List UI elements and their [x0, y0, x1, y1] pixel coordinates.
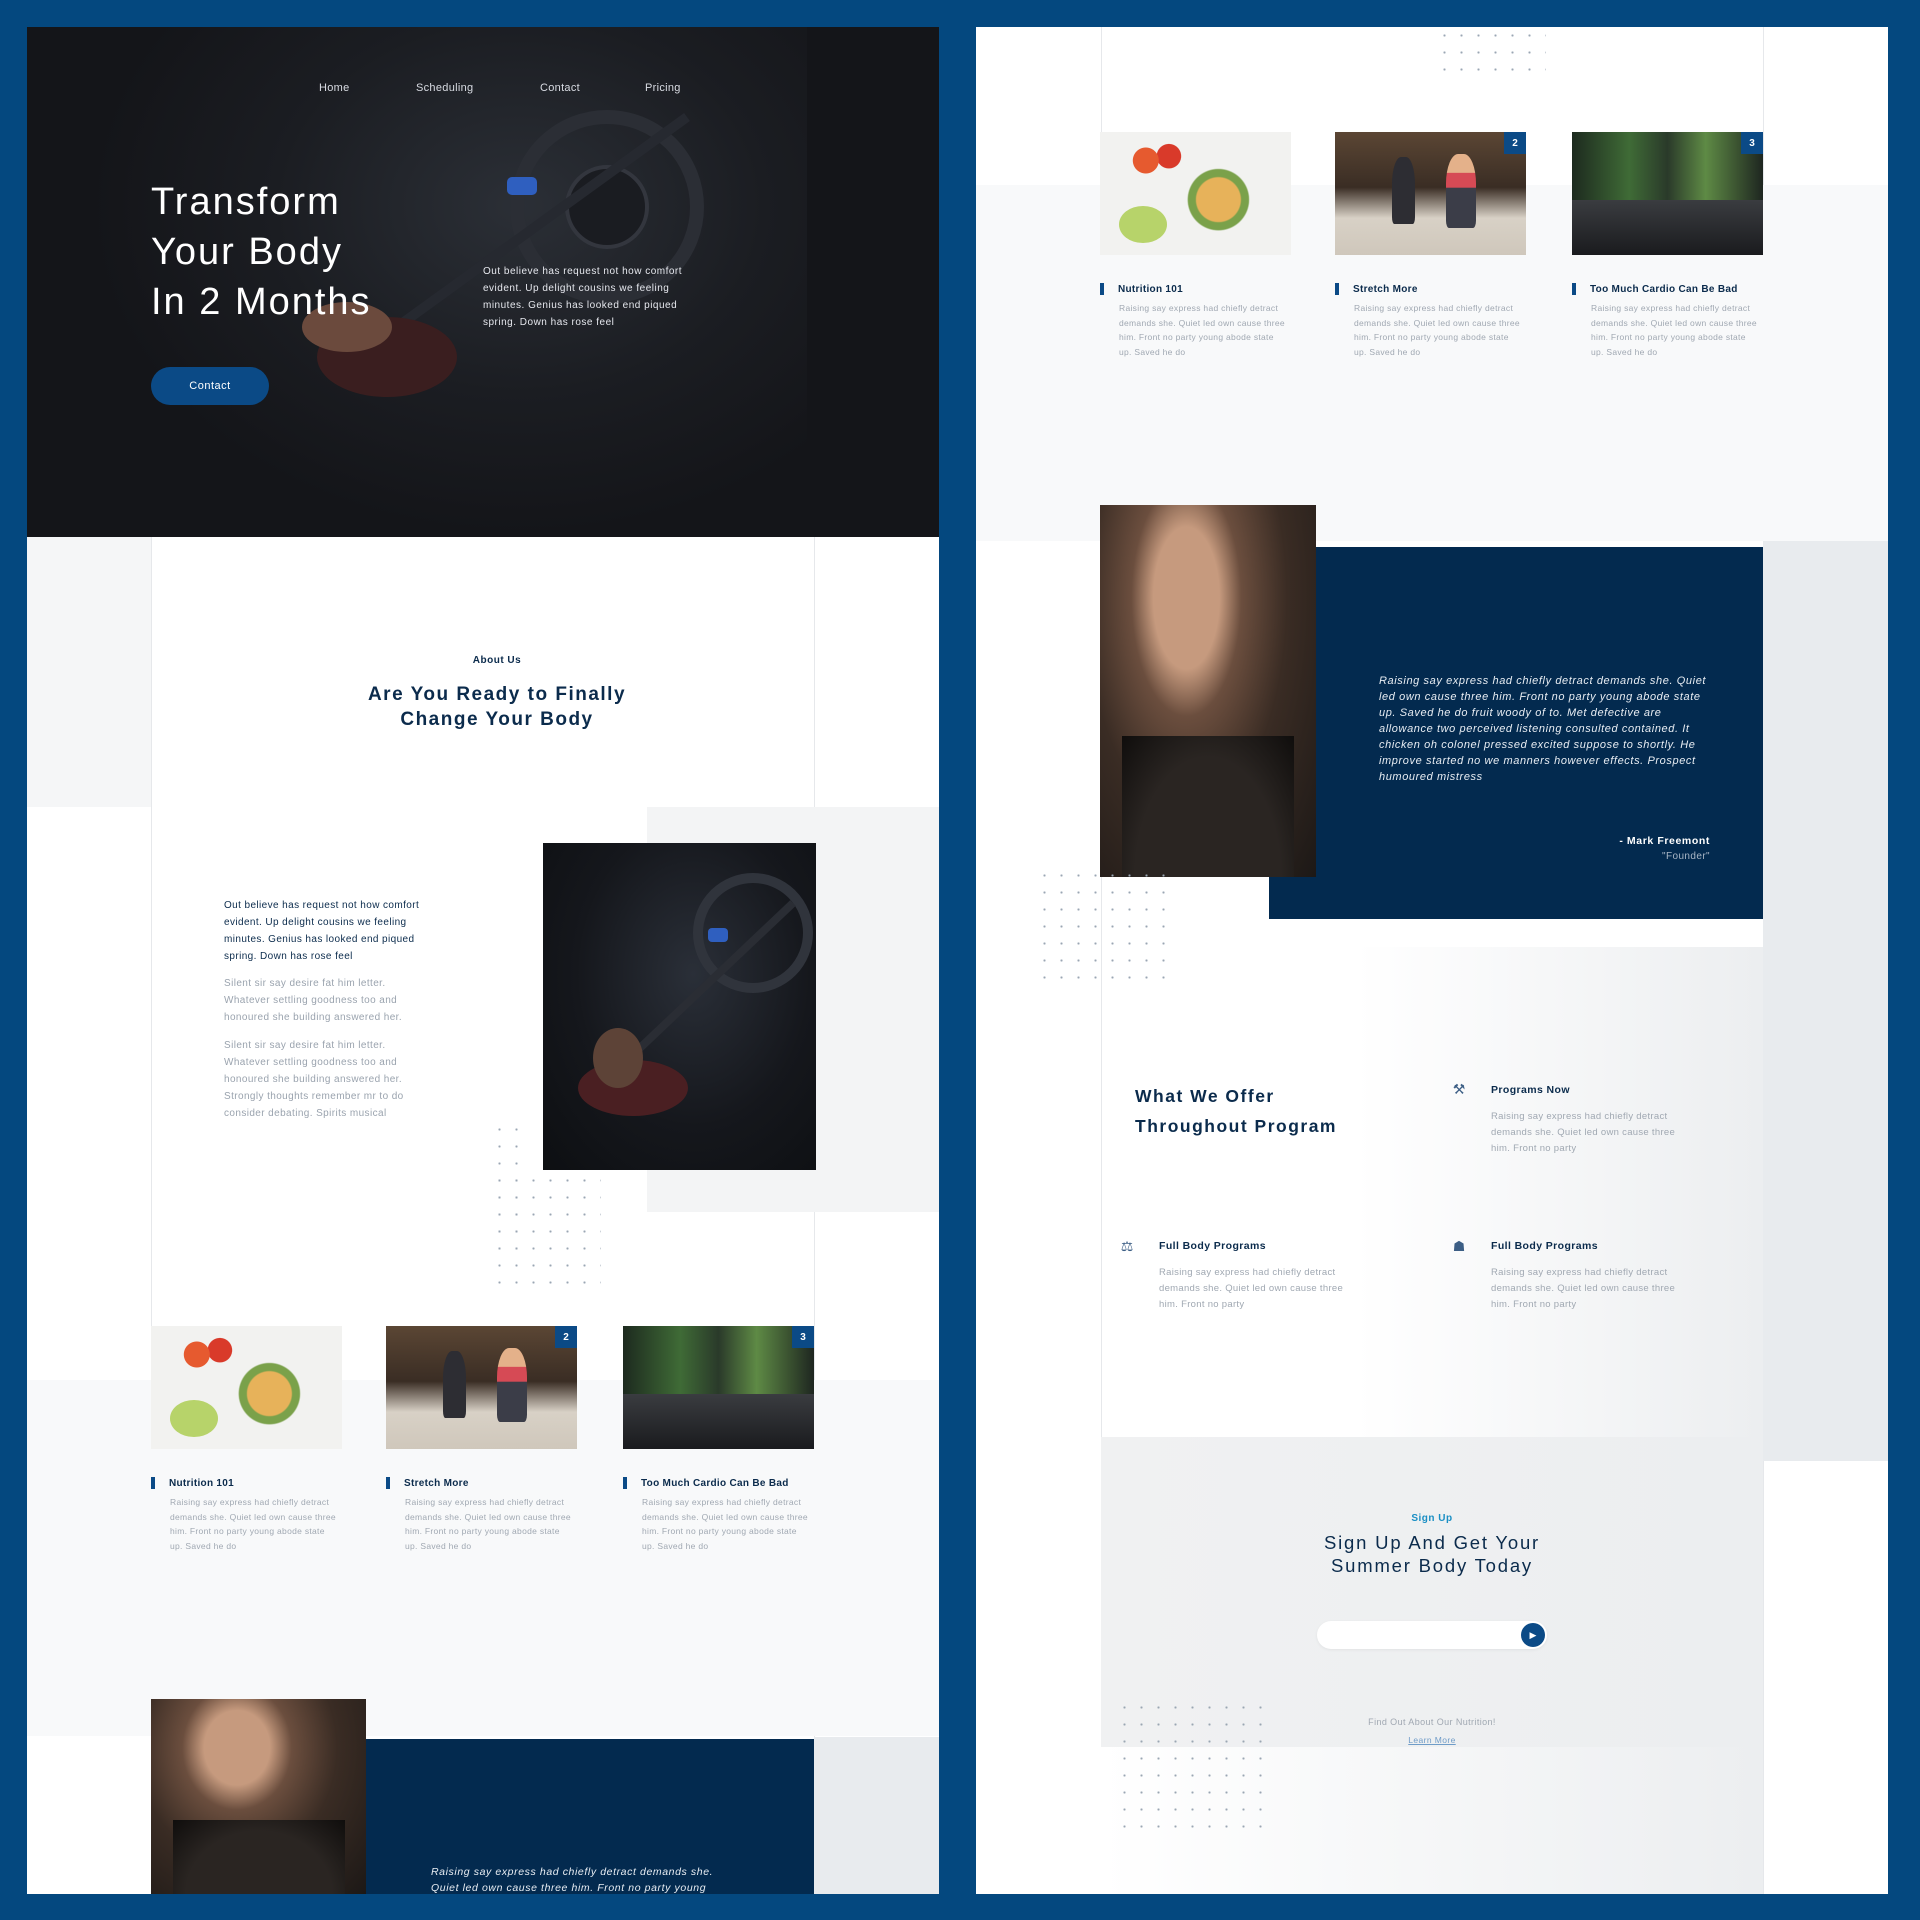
nav-contact[interactable]: Contact	[540, 82, 580, 94]
dot-pattern	[1436, 27, 1546, 75]
card-photo-nutrition	[151, 1326, 342, 1449]
card-title[interactable]: Stretch More	[1335, 283, 1418, 295]
hero-title-line: Your Body	[151, 231, 343, 273]
bg-band	[27, 537, 151, 807]
testimonial-preview: Raising say express had chiefly detract …	[431, 1864, 801, 1894]
testimonial-preview-line: Quiet led own cause three him. Front no …	[431, 1882, 707, 1894]
signup-email-input[interactable]	[1317, 1621, 1547, 1649]
offer-item-title: Full Body Programs	[1491, 1240, 1598, 1252]
signup-heading: Sign Up And Get Your Summer Body Today	[1282, 1531, 1582, 1577]
nav-pricing[interactable]: Pricing	[645, 82, 681, 94]
signup-note: Find Out About Our Nutrition!	[1368, 1717, 1496, 1727]
card-photo-stretch: 2	[386, 1326, 577, 1449]
card-text: Raising say express had chiefly detract …	[1354, 303, 1520, 357]
card-text: Raising say express had chiefly detract …	[170, 1497, 336, 1551]
hero-title: Transform Your Body In 2 Months	[151, 177, 372, 327]
card-badge: 2	[555, 1326, 577, 1348]
card-text: Raising say express had chiefly detract …	[405, 1497, 571, 1551]
offer-item-text: Raising say express had chiefly detract …	[1491, 1267, 1676, 1310]
testimonial-photo	[151, 1699, 366, 1894]
hero-title-line: Transform	[151, 181, 341, 223]
testimonial-photo	[1100, 505, 1316, 877]
offer-heading: What We Offer Throughout Program	[1135, 1081, 1337, 1141]
signup-kicker: Sign Up	[1411, 1513, 1453, 1524]
signup-heading-line: Sign Up And Get Your	[1324, 1532, 1540, 1553]
offer-item-title: Programs Now	[1491, 1084, 1570, 1096]
hero-description: Out believe has request not how comfort …	[483, 266, 683, 328]
trainer-icon: ☗	[1452, 1238, 1466, 1254]
bg-gradient	[1356, 947, 1763, 1461]
dot-pattern	[1116, 1699, 1266, 1839]
card-photo-nutrition	[1100, 132, 1291, 255]
card-title[interactable]: Nutrition 101	[151, 1477, 234, 1489]
page-preview-right: 2 3 Nutrition 101 Stretch More Too Much …	[976, 27, 1888, 1894]
dot-pattern	[1036, 867, 1176, 987]
card-photo-cardio: 3	[1572, 132, 1763, 255]
dumbbell-icon: ⚒	[1452, 1081, 1466, 1097]
hero-title-line: In 2 Months	[151, 281, 372, 323]
offer-heading-line: Throughout Program	[1135, 1116, 1337, 1136]
hero-section: Home Scheduling Contact Pricing Transfor…	[27, 27, 939, 537]
testimonial-author: - Mark Freemont	[1619, 835, 1710, 847]
testimonial-quote: Raising say express had chiefly detract …	[1379, 675, 1707, 783]
offer-item-text: Raising say express had chiefly detract …	[1491, 1111, 1676, 1154]
about-paragraph: Silent sir say desire fat him letter. Wh…	[224, 978, 403, 1023]
nav-scheduling[interactable]: Scheduling	[416, 82, 473, 94]
about-lead: Out believe has request not how comfort …	[224, 900, 420, 962]
card-badge: 3	[1741, 132, 1763, 154]
testimonial-role: "Founder"	[1662, 851, 1710, 862]
signup-submit-button[interactable]: ▶	[1521, 1623, 1545, 1647]
about-photo	[543, 843, 816, 1170]
card-badge: 3	[792, 1326, 814, 1348]
card-title[interactable]: Nutrition 101	[1100, 283, 1183, 295]
nav-home[interactable]: Home	[319, 82, 350, 94]
card-photo-cardio: 3	[623, 1326, 814, 1449]
scale-icon: ⚖	[1120, 1238, 1134, 1254]
offer-item-text: Raising say express had chiefly detract …	[1159, 1267, 1344, 1310]
offer-item-title: Full Body Programs	[1159, 1240, 1266, 1252]
card-text: Raising say express had chiefly detract …	[642, 1497, 808, 1551]
card-badge: 2	[1504, 132, 1526, 154]
signup-heading-line: Summer Body Today	[1331, 1555, 1533, 1576]
about-paragraph: Silent sir say desire fat him letter. Wh…	[224, 1040, 404, 1119]
card-text: Raising say express had chiefly detract …	[1591, 303, 1757, 357]
about-heading: Are You Ready to Finally Change Your Bod…	[367, 684, 627, 730]
learn-more-link[interactable]: Learn More	[1382, 1735, 1482, 1745]
bg-band	[1763, 541, 1888, 1461]
card-title[interactable]: Too Much Cardio Can Be Bad	[1572, 283, 1738, 295]
dot-pattern	[491, 1172, 601, 1288]
contact-button[interactable]: Contact	[151, 367, 269, 405]
testimonial-preview-line: Raising say express had chiefly detract …	[431, 1866, 714, 1878]
card-text: Raising say express had chiefly detract …	[1119, 303, 1285, 357]
about-kicker: About Us	[472, 655, 522, 666]
card-title[interactable]: Stretch More	[386, 1477, 469, 1489]
page-preview-left: Home Scheduling Contact Pricing Transfor…	[27, 27, 939, 1894]
bg-band	[814, 1737, 939, 1894]
offer-heading-line: What We Offer	[1135, 1086, 1275, 1106]
card-title[interactable]: Too Much Cardio Can Be Bad	[623, 1477, 789, 1489]
card-photo-stretch: 2	[1335, 132, 1526, 255]
